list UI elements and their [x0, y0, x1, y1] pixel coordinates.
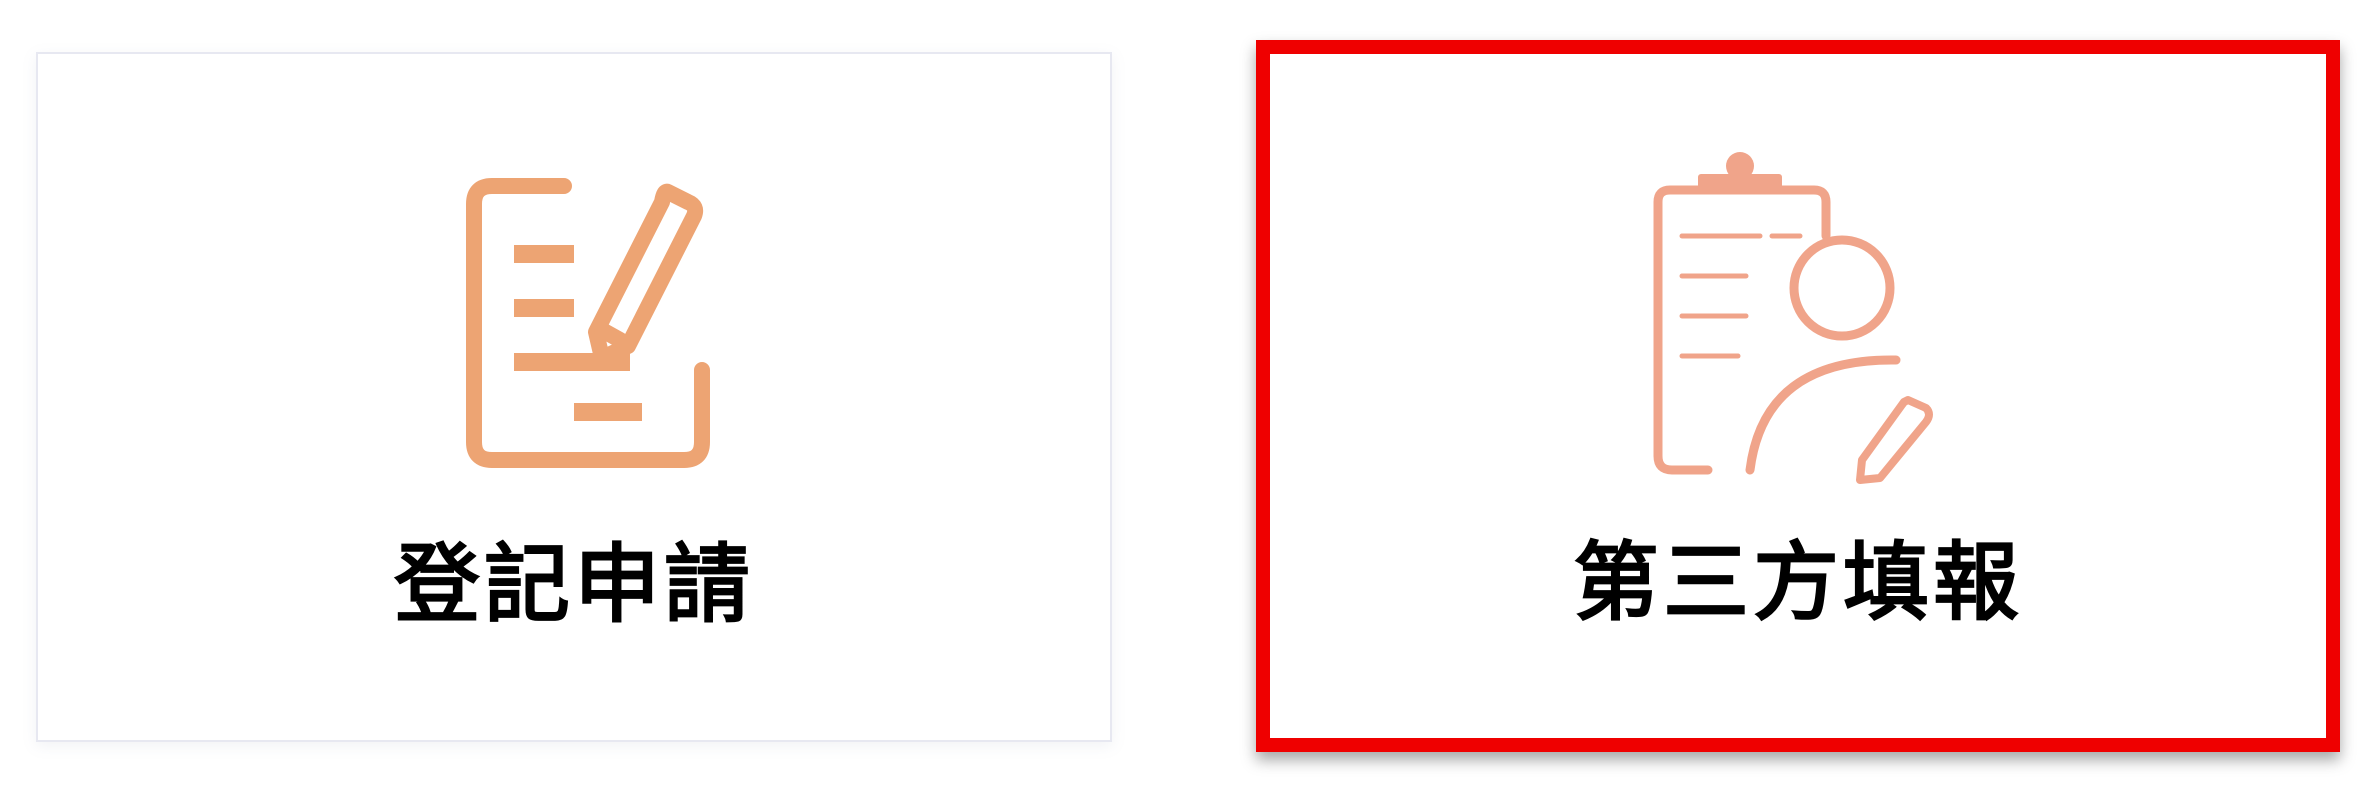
third-party-report-card[interactable]: 第三方填報 [1256, 40, 2340, 752]
card-label: 登記申請 [394, 535, 754, 635]
document-edit-icon [466, 178, 710, 468]
clipboard-person-edit-icon [1653, 152, 1933, 484]
registration-application-card[interactable]: 登記申請 [36, 52, 1112, 742]
card-label: 第三方填報 [1573, 533, 2023, 633]
